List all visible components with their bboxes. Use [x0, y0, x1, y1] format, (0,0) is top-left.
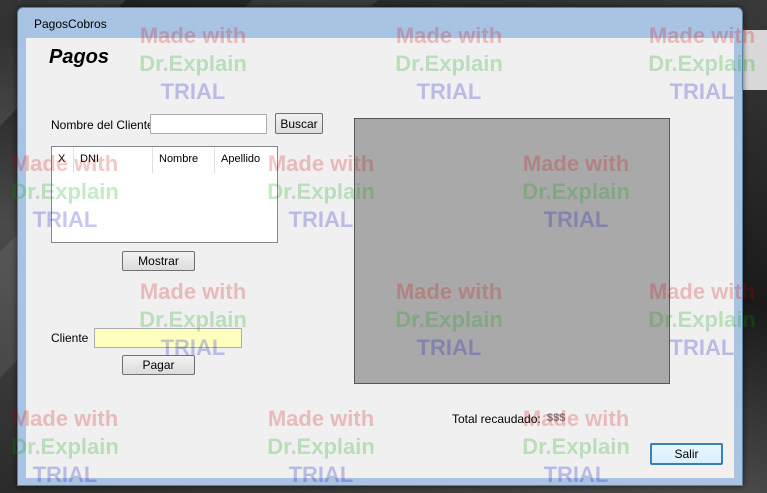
grid-column-nombre[interactable]: Nombre: [153, 147, 215, 173]
grid-column-dni[interactable]: DNI: [74, 147, 153, 173]
client-name-label: Nombre del Cliente: [51, 118, 154, 132]
grid-column-apellido[interactable]: Apellido: [215, 147, 277, 173]
app-window: PagosCobros Pagos Nombre del Cliente Bus…: [17, 7, 743, 486]
client-input[interactable]: [94, 328, 242, 348]
clients-grid[interactable]: X DNI Nombre Apellido: [51, 146, 278, 243]
total-collected-value: $$$: [547, 412, 566, 424]
show-button[interactable]: Mostrar: [122, 251, 195, 271]
total-collected-label: Total recaudado:: [452, 412, 541, 426]
pay-button[interactable]: Pagar: [122, 355, 195, 375]
picture-box: [354, 118, 670, 384]
window-title: PagosCobros: [34, 17, 107, 31]
exit-button[interactable]: Salir: [650, 443, 723, 465]
grid-header: X DNI Nombre Apellido: [52, 147, 277, 173]
page-title: Pagos: [49, 46, 110, 68]
title-bar[interactable]: PagosCobros: [18, 8, 742, 38]
search-button[interactable]: Buscar: [275, 113, 323, 134]
form-client-area: Pagos Nombre del Cliente Buscar X DNI No…: [26, 38, 734, 478]
client-label: Cliente: [51, 331, 89, 345]
client-name-input[interactable]: [150, 114, 267, 134]
grid-column-x[interactable]: X: [52, 147, 74, 173]
